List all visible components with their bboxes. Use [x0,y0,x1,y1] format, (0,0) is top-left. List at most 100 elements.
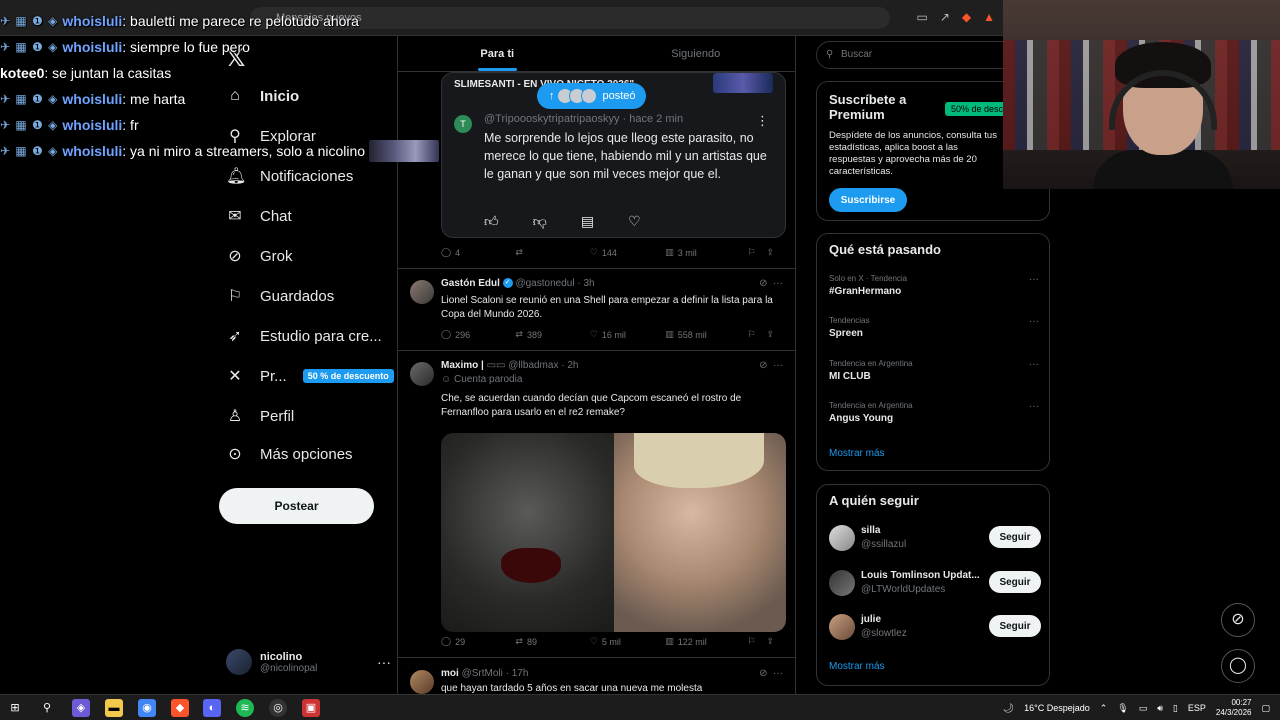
obs-icon[interactable]: ◎ [269,699,287,717]
tab-para-ti[interactable]: Para ti [398,36,597,71]
brave-shield-icon[interactable]: ◆ [962,10,971,24]
follow-suggestion[interactable]: julie @slowtlez Seguir [829,612,1041,642]
screen-icon[interactable]: ▭ [916,10,927,24]
spotify-icon[interactable]: ≋ [236,699,254,717]
bookmark-icon[interactable]: ⚐ [747,329,766,340]
chevron-up-icon[interactable]: ⌃ [1100,703,1108,714]
nav-label: Pr... [260,367,287,385]
nav-guardados[interactable]: ⚐ Guardados [226,278,334,314]
grok-icon[interactable]: ⊘ [1221,603,1255,637]
chrome-icon[interactable]: ◉ [138,699,156,717]
reply-button[interactable]: ◯ 29 [441,636,515,647]
follow-suggestion[interactable]: silla @ssillazul Seguir [829,523,1041,553]
quote-reactions: 👍︎ 👎︎ ▤ ♡ [484,213,641,230]
post-button[interactable]: Postear [219,488,374,524]
avatar[interactable] [410,362,434,386]
repost-button[interactable]: ⇄ 89 [515,636,589,647]
repost-button[interactable]: ⇄ [515,247,589,258]
search-icon: ⚲ [826,49,834,60]
reply-icon: ◯ [441,636,452,646]
notification-icon[interactable]: ▢ [1261,703,1270,714]
account-switcher[interactable]: nicolino @nicolinopal ··· [226,644,391,680]
views-button[interactable]: ▥ 3 mil [665,247,747,258]
language-indicator[interactable]: ESP [1188,703,1206,713]
avatar [226,649,252,675]
thumbs-up-icon[interactable]: 👍︎ [484,213,499,230]
chat-message: ✈ ▦ ❶ ◈ whoisluli: ya ni miro a streamers… [0,138,470,164]
follow-button[interactable]: Seguir [989,526,1041,548]
share-icon[interactable]: ⇪ [767,636,786,647]
like-button[interactable]: ♡ 16 mil [590,329,665,340]
windows-start-icon[interactable]: ⊞ [6,699,24,717]
avatar[interactable] [410,280,434,304]
trend-item[interactable]: Tendencia en Argentina MI CLUB ··· [829,359,1039,382]
more-vert-icon[interactable]: ⋮ [756,113,769,129]
share-icon[interactable]: ↗ [940,10,950,24]
repost-button[interactable]: ⇄ 389 [515,329,589,340]
app-icon[interactable]: ▣ [302,699,320,717]
follow-button[interactable]: Seguir [989,571,1041,593]
volume-icon[interactable]: 🔊︎ [1157,703,1163,714]
heart-icon: ♡ [589,636,598,646]
weather-icon[interactable]: 🌙︎ [1003,703,1014,714]
reply-button[interactable]: ◯ 4 [441,247,515,258]
nav-label: Chat [260,207,292,225]
nav-grok[interactable]: ⊘ Grok [226,238,292,274]
tab-siguiendo[interactable]: Siguiendo [597,36,796,71]
mic-icon[interactable]: 🎙︎ [1117,703,1128,714]
follow-suggestion[interactable]: Louis Tomlinson Updat... @LTWorldUpdates … [829,568,1041,598]
trend-item[interactable]: Tendencia en Argentina Angus Young ··· [829,401,1039,424]
search-icon[interactable]: ⚲ [38,699,56,717]
share-icon[interactable]: ⇪ [767,329,786,340]
quote-header: @Tripoooskytripatripaoskyy · hace 2 min [484,113,684,125]
posted-label: posteó [602,90,636,102]
avatar[interactable] [410,670,434,694]
discord-icon[interactable]: ◐ [203,699,221,717]
views-button[interactable]: ▥ 122 mil [665,636,747,647]
brave-icon[interactable]: ◆ [171,699,189,717]
nav-perfil[interactable]: ♙ Perfil [226,398,294,434]
rewards-icon[interactable]: ▲ [983,10,995,24]
more-icon[interactable]: ⊘ ··· [759,360,783,371]
battery-icon[interactable]: ▯ [1173,703,1178,714]
more-icon[interactable]: ⊘ ··· [759,668,783,679]
file-explorer-icon[interactable]: ▬ [105,699,123,717]
like-button[interactable]: ♡ 5 mil [590,636,665,647]
nav-mas-opciones[interactable]: ⊙ Más opciones [226,436,352,472]
x-logo-icon: ✕ [228,368,242,385]
tweet-actions: ◯ 296 ⇄ 389 ♡ 16 mil ▥ 558 mil ⚐ ⇪ [441,329,786,340]
copilot-icon[interactable]: ◈ [72,699,90,717]
avatars [556,88,597,104]
clock[interactable]: 00:27 24/3/2026 [1216,698,1252,718]
more-icon[interactable]: ··· [377,654,391,670]
subscribe-button[interactable]: Suscribirse [829,188,907,212]
reply-button[interactable]: ◯ 296 [441,329,515,340]
nav-chat[interactable]: ✉ Chat [226,198,292,234]
show-more-link[interactable]: Mostrar más [829,448,885,459]
timeline-tabs: Para ti Siguiendo [398,36,795,72]
bookmark-icon[interactable]: ⚐ [747,636,766,647]
share-icon[interactable]: ⇪ [767,247,786,258]
views-button[interactable]: ▥ 558 mil [665,329,747,340]
chat-bubble-icon[interactable]: ◯ [1221,649,1255,683]
tweet-header: moi @SrtMoli · 17h [441,668,529,679]
show-more-link[interactable]: Mostrar más [829,661,885,672]
emote-image [369,140,440,162]
nav-premium[interactable]: ✕ Pr... 50 % de descuento [226,358,394,394]
network-icon[interactable]: ▭ [1139,703,1148,714]
nav-estudio[interactable]: ➶ Estudio para cre... [226,318,381,354]
tweet-media[interactable] [441,433,786,632]
comment-icon[interactable]: ▤ [581,213,594,230]
thumbs-down-icon[interactable]: 👎︎ [533,213,547,230]
like-button[interactable]: ♡ 144 [590,247,665,258]
heart-icon[interactable]: ♡ [628,213,641,230]
tweet-header: Gastón Edul ✓ @gastonedul · 3h [441,278,595,289]
new-posts-pill[interactable]: ↑ posteó [537,83,646,109]
trend-item[interactable]: Tendencias Spreen ··· [829,316,1039,339]
follow-button[interactable]: Seguir [989,615,1041,637]
trend-item[interactable]: Solo en X · Tendencia #GranHermano ··· [829,274,1039,297]
more-icon[interactable]: ⊘ ··· [759,278,783,289]
bookmark-icon[interactable]: ⚐ [747,247,766,258]
weather-text[interactable]: 16°C Despejado [1024,703,1090,713]
face-image [613,433,786,632]
